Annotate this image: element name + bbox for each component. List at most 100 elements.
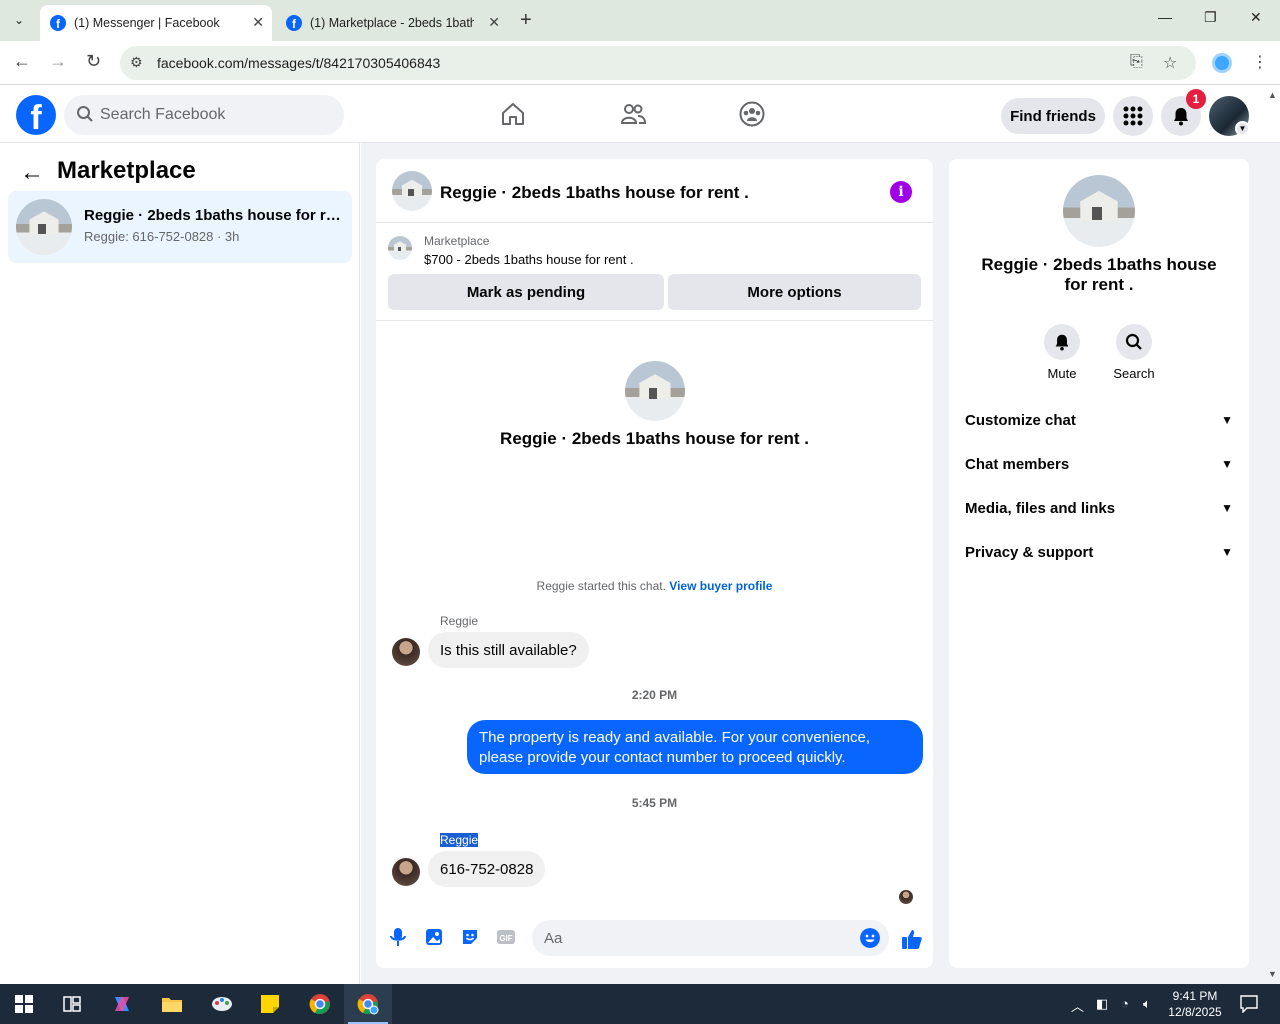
message-input[interactable] [544, 927, 844, 949]
chat-avatar[interactable] [392, 171, 432, 211]
minimize-icon[interactable]: — [1158, 9, 1172, 25]
scroll-up-arrow-icon[interactable]: ▲ [1268, 90, 1277, 100]
customize-chat-section[interactable]: Customize chat ▼ [957, 398, 1241, 442]
like-thumb-icon[interactable] [900, 927, 924, 951]
home-icon[interactable] [499, 100, 527, 128]
chrome-taskbar-button[interactable] [296, 984, 344, 1024]
menu-button[interactable] [1113, 96, 1153, 136]
timestamp: 2:20 PM [631, 688, 678, 702]
clock-date: 12/8/2025 [1168, 1005, 1222, 1019]
task-view-button[interactable] [48, 984, 96, 1024]
chat-title[interactable]: Reggie · 2beds 1baths house for rent . [440, 183, 749, 203]
section-label: Privacy & support [965, 543, 1094, 561]
facebook-search[interactable] [64, 95, 344, 135]
groups-icon[interactable] [738, 100, 766, 128]
tab-title: (1) Messenger | Facebook [74, 16, 220, 30]
system-clock[interactable]: 9:41 PM 12/8/2025 [1162, 988, 1228, 1020]
close-window-icon[interactable]: ✕ [1250, 9, 1262, 26]
file-explorer-button[interactable] [148, 984, 196, 1024]
message-composer[interactable] [532, 920, 889, 956]
sender-avatar[interactable] [392, 858, 420, 886]
show-hidden-icons-icon[interactable]: ︿ [1071, 996, 1084, 1015]
mark-as-pending-button[interactable]: Mark as pending [388, 274, 664, 310]
more-options-button[interactable]: More options [668, 274, 921, 310]
back-icon[interactable]: ← [13, 51, 31, 72]
sticky-notes-button[interactable] [246, 984, 294, 1024]
browser-menu-icon[interactable]: ⋮ [1252, 52, 1268, 72]
paint-app-button[interactable] [198, 984, 246, 1024]
meet-now-icon[interactable]: ◧ [1096, 996, 1108, 1012]
back-arrow-icon[interactable]: ← [20, 159, 44, 187]
info-icon[interactable]: i [890, 181, 912, 203]
volume-icon[interactable]: 🔈︎ [1143, 996, 1151, 1012]
view-buyer-profile-link[interactable]: View buyer profile [669, 579, 772, 593]
sticker-icon[interactable] [460, 927, 480, 947]
install-app-icon[interactable]: ⎘ [1130, 53, 1143, 71]
facebook-logo-icon[interactable]: f [16, 95, 56, 135]
sender-name: Reggie [440, 614, 479, 628]
search-label: Search [1113, 366, 1155, 381]
scroll-down-arrow-icon[interactable]: ▼ [1268, 969, 1277, 979]
grid-menu-icon [1123, 106, 1143, 126]
chrome-icon [357, 994, 379, 1015]
chevron-down-icon: ▼ [1221, 501, 1233, 515]
incoming-message[interactable]: Is this still available? [428, 632, 589, 668]
chat-header: Reggie · 2beds 1baths house for rent . i [376, 159, 933, 223]
marketplace-listing-strip: Marketplace $700 - 2beds 1baths house fo… [376, 224, 933, 321]
microphone-icon[interactable] [388, 927, 408, 947]
find-friends-button[interactable]: Find friends [1001, 98, 1105, 134]
new-tab-icon[interactable]: + [520, 9, 532, 32]
extension-icon[interactable] [1212, 53, 1232, 73]
privacy-support-section[interactable]: Privacy & support ▼ [957, 530, 1241, 574]
marketplace-label: Marketplace [424, 234, 490, 248]
address-bar[interactable]: ⚙ facebook.com/messages/t/84217030540684… [120, 46, 1196, 80]
chat-info-panel: Reggie · 2beds 1baths house for rent . M… [949, 159, 1249, 968]
copilot-button[interactable] [98, 984, 146, 1024]
browser-toolbar: ← → ↻ ⚙ facebook.com/messages/t/84217030… [0, 41, 1280, 85]
windows-taskbar: ︿ ◧ ◔ 🔈︎ 9:41 PM 12/8/2025 [0, 984, 1280, 1024]
chat-members-section[interactable]: Chat members ▼ [957, 442, 1241, 486]
friends-icon[interactable] [619, 100, 647, 128]
chat-started-note: Reggie started this chat. View buyer pro… [376, 579, 933, 593]
photo-icon[interactable] [424, 927, 444, 947]
site-settings-icon[interactable]: ⚙ [130, 54, 143, 71]
search-in-chat-button[interactable]: Search [1104, 324, 1164, 381]
tab-marketplace[interactable]: f (1) Marketplace - 2beds 1baths ✕ [276, 5, 508, 41]
search-input[interactable] [100, 103, 330, 127]
mute-button[interactable]: Mute [1032, 324, 1092, 381]
chevron-down-icon[interactable]: ▼ [1235, 121, 1250, 136]
media-files-links-section[interactable]: Media, files and links ▼ [957, 486, 1241, 530]
mute-label: Mute [1047, 366, 1077, 381]
listing-thumbnail [16, 199, 72, 255]
incoming-message[interactable]: 616-752-0828 [428, 851, 546, 887]
reload-icon[interactable]: ↻ [86, 51, 101, 72]
outgoing-message[interactable]: The property is ready and available. For… [467, 720, 923, 774]
wifi-icon[interactable]: ◔ [1121, 996, 1129, 1011]
restore-icon[interactable]: ❐ [1204, 9, 1217, 26]
svg-text:GIF: GIF [499, 934, 512, 943]
close-tab-icon[interactable]: ✕ [252, 14, 264, 31]
windows-logo-icon [15, 995, 33, 1013]
tab-messenger[interactable]: f (1) Messenger | Facebook ✕ [40, 5, 272, 41]
browser-tab-strip: ⌄ f (1) Messenger | Facebook ✕ f (1) Mar… [0, 0, 1280, 41]
info-title: Reggie · 2beds 1baths house for rent . [981, 255, 1217, 294]
listing-price-title[interactable]: $700 - 2beds 1baths house for rent . [424, 252, 634, 267]
conversation-item[interactable]: Reggie · 2beds 1baths house for rent . R… [8, 191, 352, 263]
close-tab-icon[interactable]: ✕ [488, 14, 500, 31]
chevron-down-icon: ▼ [1221, 545, 1233, 559]
tab-search-icon[interactable]: ⌄ [6, 8, 32, 32]
copilot-icon [115, 997, 129, 1011]
emoji-icon[interactable] [860, 928, 880, 948]
section-label: Chat members [965, 455, 1070, 473]
tab-title: (1) Marketplace - 2beds 1baths [310, 16, 474, 30]
notification-center-icon[interactable] [1240, 995, 1258, 1013]
clock-time: 9:41 PM [1172, 989, 1218, 1003]
sender-avatar[interactable] [392, 638, 420, 666]
seen-indicator [899, 890, 913, 904]
forward-icon[interactable]: → [49, 51, 67, 72]
start-button[interactable] [0, 984, 48, 1024]
sticky-notes-icon [261, 995, 279, 1013]
bookmark-star-icon[interactable]: ☆ [1163, 53, 1177, 73]
gif-icon[interactable]: GIF [496, 927, 516, 947]
chrome-profile-taskbar-button[interactable] [344, 984, 392, 1024]
